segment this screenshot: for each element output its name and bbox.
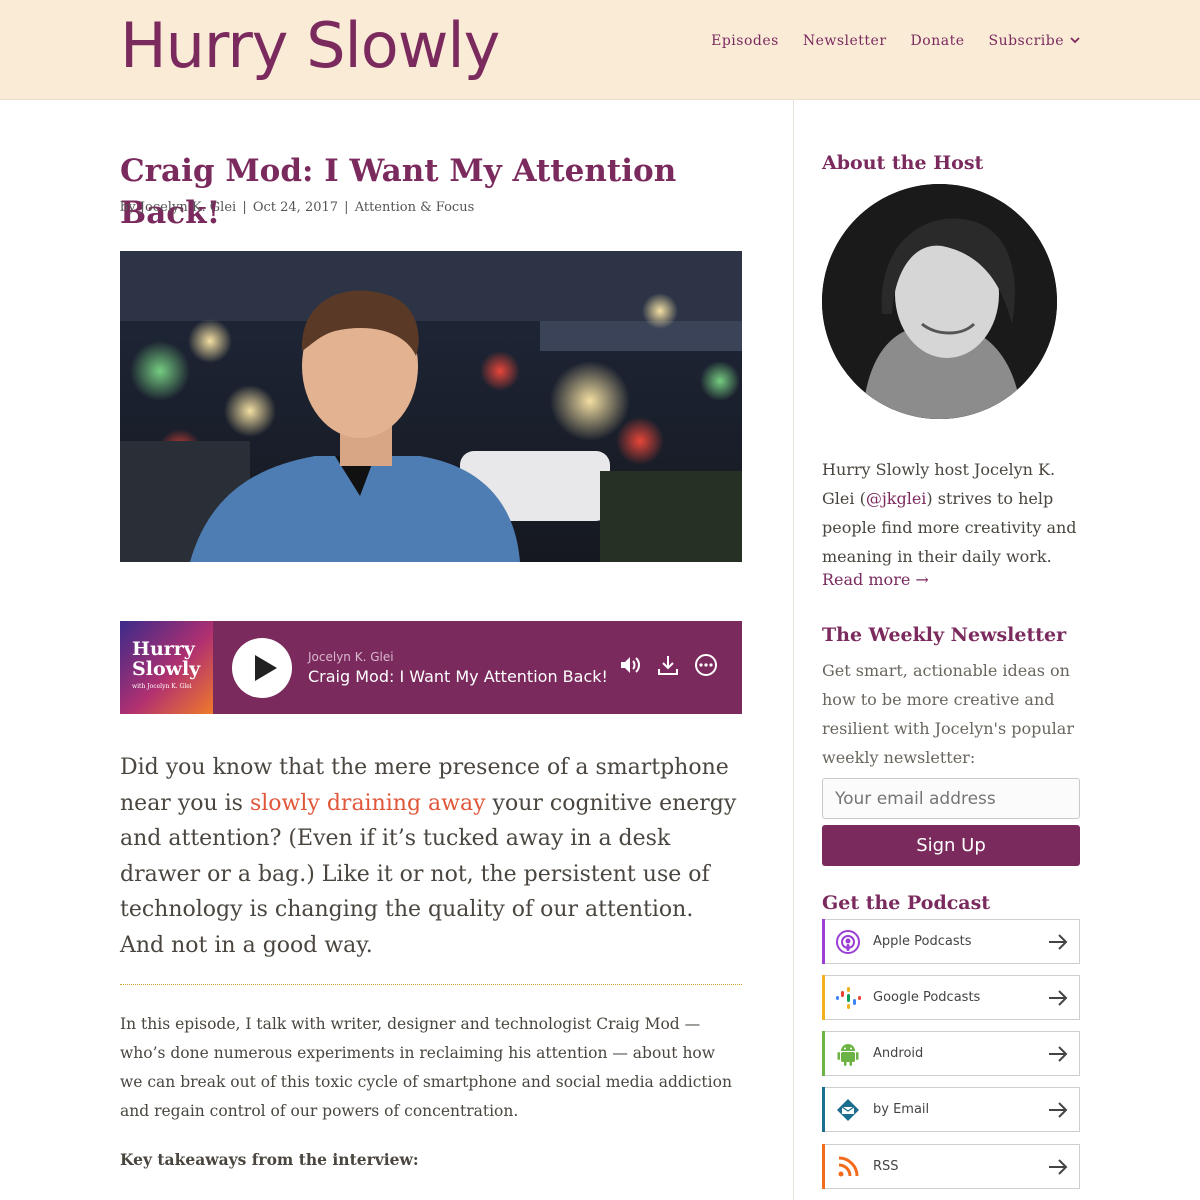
player-info: Jocelyn K. Glei Craig Mod: I Want My Att…: [308, 650, 608, 686]
podcast-label: Android: [873, 1046, 924, 1061]
podcast-label: Apple Podcasts: [873, 934, 972, 949]
volume-icon[interactable]: [618, 653, 642, 677]
read-more-link[interactable]: Read more →: [822, 570, 929, 589]
podcast-label: Google Podcasts: [873, 990, 981, 1005]
rss-icon: [838, 1156, 859, 1176]
post-date: Oct 24, 2017: [252, 200, 339, 215]
subscribe-google-podcasts[interactable]: Google Podcasts: [822, 975, 1080, 1020]
post-category[interactable]: Attention & Focus: [355, 200, 475, 215]
subscribe-android[interactable]: Android: [822, 1031, 1080, 1076]
podcast-label: by Email: [873, 1102, 930, 1117]
apple-podcasts-icon: [836, 929, 860, 954]
body-paragraph: In this episode, I talk with writer, des…: [120, 1015, 732, 1120]
android-icon: [837, 1043, 859, 1066]
arrow-right-icon: [1049, 934, 1068, 950]
host-avatar: [822, 184, 1057, 419]
accent-bar: [822, 975, 825, 1020]
player-cover-art: Hurry Slowly with Jocelyn K. Glei: [120, 621, 213, 714]
email-input[interactable]: [822, 778, 1080, 819]
player-episode-title: Craig Mod: I Want My Attention Back!: [308, 666, 608, 686]
download-icon[interactable]: [656, 653, 680, 677]
signup-button[interactable]: Sign Up: [822, 825, 1080, 866]
subscribe-rss[interactable]: RSS: [822, 1144, 1080, 1189]
takeaways-heading: Key takeaways from the interview:: [120, 1150, 419, 1169]
post-title: Craig Mod: I Want My Attention Back!: [120, 153, 677, 231]
email-icon: [837, 1098, 859, 1121]
arrow-right-icon: [1049, 1102, 1068, 1118]
newsletter-description: Get smart, actionable ideas on how to be…: [822, 661, 1074, 767]
cover-art-title: Hurry Slowly: [132, 638, 201, 680]
site-header: Hurry Slowly Episodes Newsletter Donate …: [0, 0, 1200, 100]
lead-paragraph: Did you know that the mere presence of a…: [120, 750, 742, 963]
subscribe-apple-podcasts[interactable]: Apple Podcasts: [822, 919, 1080, 964]
player-author: Jocelyn K. Glei: [308, 649, 394, 664]
main-nav: Episodes Newsletter Donate Subscribe: [711, 33, 1080, 49]
arrow-right-icon: [1049, 1159, 1068, 1175]
cover-art-subtitle: with Jocelyn K. Glei: [132, 683, 192, 690]
accent-bar: [822, 919, 825, 964]
host-bio: Hurry Slowly host Jocelyn K. Glei (@jkgl…: [822, 455, 1082, 571]
hero-image: [120, 251, 742, 562]
nav-subscribe-label: Subscribe: [988, 33, 1064, 49]
player-controls: [618, 653, 718, 677]
podcast-player: Hurry Slowly with Jocelyn K. Glei Jocely…: [120, 621, 742, 714]
nav-donate[interactable]: Donate: [911, 33, 965, 49]
host-handle-link[interactable]: @jkglei: [866, 489, 927, 508]
meta-separator: |: [340, 200, 353, 215]
arrow-right-icon: [1049, 990, 1068, 1006]
arrow-right-icon: [1049, 1046, 1068, 1062]
newsletter-heading: The Weekly Newsletter: [822, 624, 1067, 646]
play-button[interactable]: [232, 637, 292, 698]
post-author[interactable]: by Jocelyn K. Glei: [120, 200, 236, 215]
google-podcasts-icon: [836, 986, 861, 1009]
dotted-divider: [120, 984, 742, 985]
accent-bar: [822, 1087, 825, 1132]
nav-newsletter[interactable]: Newsletter: [803, 33, 887, 49]
podcast-label: RSS: [873, 1159, 899, 1174]
about-host-heading: About the Host: [822, 152, 984, 174]
meta-separator: |: [238, 200, 251, 215]
get-podcast-heading: Get the Podcast: [822, 892, 991, 914]
accent-bar: [822, 1144, 825, 1189]
site-logo[interactable]: Hurry Slowly: [120, 10, 500, 82]
lead-link[interactable]: slowly draining away: [250, 791, 486, 816]
chevron-down-icon: [1070, 36, 1080, 47]
post-meta: by Jocelyn K. Glei | Oct 24, 2017 | Atte…: [120, 200, 476, 215]
subscribe-by-email[interactable]: by Email: [822, 1087, 1080, 1132]
accent-bar: [822, 1031, 825, 1076]
column-divider: [793, 100, 794, 1200]
nav-subscribe[interactable]: Subscribe: [988, 33, 1080, 49]
more-options-icon[interactable]: [694, 653, 718, 677]
nav-episodes[interactable]: Episodes: [711, 33, 779, 49]
